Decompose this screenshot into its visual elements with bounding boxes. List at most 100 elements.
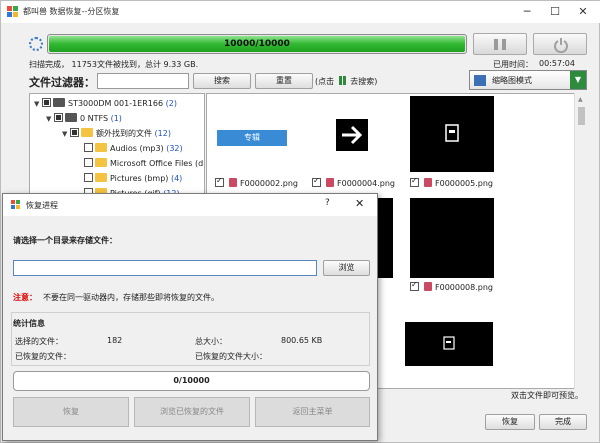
title-bar: 都叫兽 数据恢复--分区恢复 ─ ☐ ✕	[1, 1, 600, 23]
thumbnail-caption[interactable]: F0000002.png	[215, 175, 298, 190]
save-path-input[interactable]	[13, 260, 317, 276]
maximize-button[interactable]: ☐	[541, 1, 569, 23]
folder-icon	[81, 128, 93, 137]
tree-checkbox[interactable]	[84, 143, 93, 152]
folder-icon	[95, 143, 107, 152]
statistics-title: 统计信息	[13, 319, 45, 328]
hard-drive-icon	[53, 98, 65, 107]
tree-item-folder[interactable]: Microsoft Office Files (d	[84, 156, 203, 171]
recovered-files-label: 已恢复的文件：	[15, 352, 71, 361]
tree-item-partition[interactable]: ▼ 0 NTFS (1)	[46, 111, 122, 126]
preview-hint: 双击文件即可预览。	[511, 391, 583, 400]
minimize-icon: ─	[523, 5, 531, 18]
tree-item-folder[interactable]: Audios (mp3) (32)	[84, 141, 183, 156]
document-icon	[445, 124, 459, 142]
image-file-icon	[326, 178, 334, 187]
recovery-progress-bar: 0/10000	[13, 371, 370, 391]
thumbnail-caption[interactable]: F0000004.png	[312, 175, 395, 190]
finish-button[interactable]: 完成	[539, 414, 587, 430]
scan-status-text: 扫描完成， 11753文件被找到，总计 9.33 GB.	[29, 60, 199, 69]
dialog-title-bar: 恢复进程 ? ✕	[3, 194, 377, 216]
file-filter-label: 文件过滤器：	[29, 76, 95, 89]
tree-item-folder[interactable]: Pictures (bmp) (4)	[84, 171, 182, 186]
close-button[interactable]: ✕	[569, 1, 597, 23]
file-filter-input[interactable]	[97, 73, 189, 89]
collapse-arrow-icon[interactable]: ▼	[46, 112, 54, 127]
thumbnail-image[interactable]	[311, 96, 395, 172]
view-mode-select[interactable]: 缩略图模式 ▼	[469, 70, 587, 90]
dialog-close-button[interactable]: ✕	[355, 197, 364, 210]
folder-icon	[95, 173, 107, 182]
dialog-title: 恢复进程	[26, 201, 58, 210]
total-size-value: 800.65 KB	[281, 336, 323, 345]
vertical-scrollbar[interactable]: ▲	[574, 93, 587, 389]
minimize-button[interactable]: ─	[513, 1, 541, 23]
recovered-size-label: 已恢复的文件大小：	[195, 352, 267, 361]
recovery-progress-dialog: 恢复进程 ? ✕ 请选择一个目录来存储文件： 浏览 注意： 不要在同一驱动器内，…	[2, 193, 378, 441]
total-size-label: 总大小：	[195, 337, 227, 346]
recover-button[interactable]: 恢复	[485, 414, 535, 430]
scroll-up-icon[interactable]: ▲	[578, 96, 583, 103]
pause-icon	[494, 39, 498, 50]
tree-checkbox[interactable]	[70, 128, 79, 137]
selected-files-label: 选择的文件：	[15, 337, 63, 346]
collapse-arrow-icon[interactable]: ▼	[62, 127, 70, 142]
file-checkbox[interactable]	[312, 175, 321, 187]
search-button[interactable]: 搜索	[193, 73, 251, 89]
chevron-down-icon[interactable]: ▼	[570, 71, 586, 89]
image-file-icon	[229, 178, 237, 187]
view-mode-label: 缩略图模式	[492, 76, 532, 85]
tree-checkbox[interactable]	[54, 113, 63, 122]
reset-button[interactable]: 重置	[255, 73, 313, 89]
close-icon: ✕	[355, 197, 365, 210]
partition-icon	[65, 113, 77, 122]
note-label: 注意：	[13, 293, 37, 302]
thumbnail-view-icon	[474, 75, 486, 86]
tree-item-drive[interactable]: ▼ ST3000DM 001-1ER166 (2)	[34, 96, 177, 111]
image-file-icon	[424, 178, 432, 187]
window-title: 都叫兽 数据恢复--分区恢复	[23, 7, 120, 16]
choose-directory-label: 请选择一个目录来存储文件：	[13, 236, 117, 245]
thumbnail-caption[interactable]: F0000005.png	[410, 175, 493, 190]
file-checkbox[interactable]	[410, 175, 419, 187]
image-file-icon	[424, 282, 432, 291]
app-logo-icon	[7, 6, 18, 17]
thumbnail-image[interactable]	[410, 198, 494, 278]
elapsed-time-label: 已用时间：	[493, 60, 533, 69]
close-icon: ✕	[578, 5, 588, 18]
folder-icon	[95, 158, 107, 167]
tree-checkbox[interactable]	[84, 173, 93, 182]
search-hint: (点击 去搜索)	[315, 76, 378, 86]
document-icon	[443, 336, 455, 350]
arrow-right-icon	[336, 119, 368, 151]
tree-item-extra-files[interactable]: ▼ 额外找到的文件 (12)	[62, 126, 171, 141]
album-badge: 专辑	[217, 130, 287, 146]
pause-button[interactable]	[473, 33, 527, 55]
thumbnail-image[interactable]: 专辑	[213, 96, 297, 172]
back-to-menu-button[interactable]: 返回主菜单	[255, 397, 370, 427]
tree-checkbox[interactable]	[42, 98, 51, 107]
selected-files-value: 182	[107, 336, 123, 345]
file-checkbox[interactable]	[215, 175, 224, 187]
tree-checkbox[interactable]	[84, 158, 93, 167]
search-go-icon	[338, 76, 346, 85]
scan-progress-bar: 10000/10000	[47, 34, 467, 54]
note-text: 不要在同一驱动器内，存储那些即将恢复的文件。	[43, 293, 219, 302]
thumbnail-image[interactable]	[405, 322, 493, 366]
maximize-icon: ☐	[550, 5, 560, 18]
scan-progress-text: 10000/10000	[224, 39, 290, 49]
loading-spinner-icon	[29, 37, 43, 51]
scrollbar-thumb[interactable]	[578, 107, 585, 125]
elapsed-time-value: 00:57:04	[539, 59, 575, 68]
dialog-recover-button[interactable]: 恢复	[13, 397, 129, 427]
browse-button[interactable]: 浏览	[323, 260, 370, 276]
power-icon	[554, 38, 568, 53]
browse-recovered-button[interactable]: 浏览已恢复的文件	[134, 397, 250, 427]
file-checkbox[interactable]	[410, 279, 419, 291]
help-button[interactable]: ?	[325, 198, 330, 208]
thumbnail-image[interactable]	[410, 96, 494, 172]
app-logo-icon	[11, 200, 20, 209]
thumbnail-caption[interactable]: F0000008.png	[410, 279, 493, 294]
collapse-arrow-icon[interactable]: ▼	[34, 97, 42, 112]
stop-button[interactable]	[533, 33, 587, 55]
